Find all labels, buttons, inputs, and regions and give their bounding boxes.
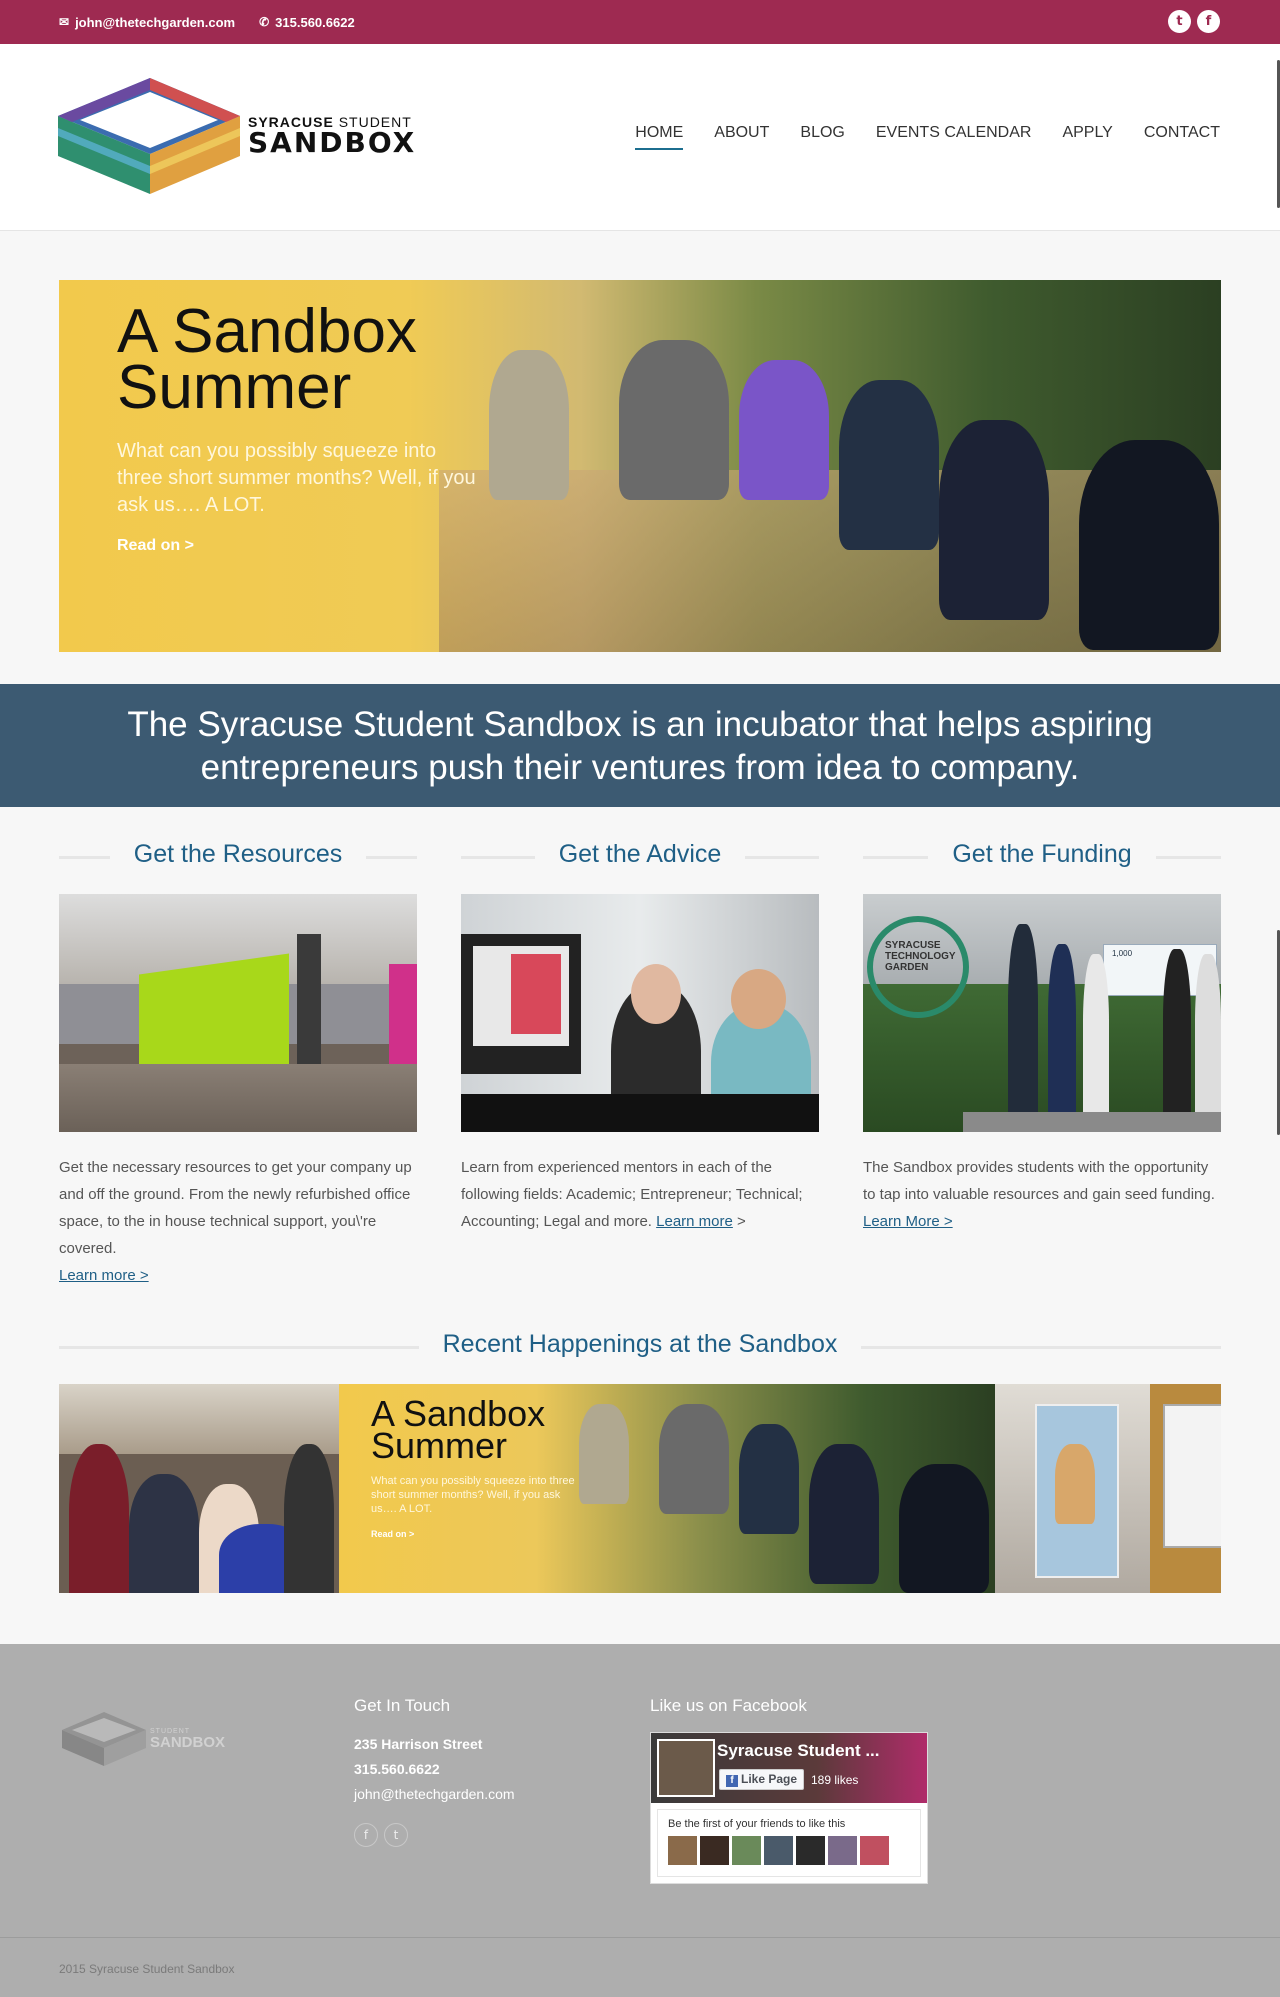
hero-person-2 xyxy=(619,340,729,500)
friend-avatar[interactable] xyxy=(860,1836,889,1865)
recent-slide-title: A Sandbox Summer xyxy=(371,1393,546,1466)
twitter-icon[interactable]: t xyxy=(1168,10,1191,33)
top-email[interactable]: ✉ john@thetechgarden.com xyxy=(59,15,235,30)
site-logo[interactable]: SYRACUSE STUDENT SANDBOX xyxy=(58,78,416,194)
facebook-friend-avatars xyxy=(668,1836,889,1865)
recent-happenings-carousel[interactable]: A Sandbox Summer What can you possibly s… xyxy=(59,1384,1221,1593)
advice-learn-more-link[interactable]: Learn more xyxy=(656,1213,733,1230)
footer-copyright: 2015 Syracuse Student Sandbox xyxy=(59,1962,235,1976)
friend-avatar[interactable] xyxy=(732,1836,761,1865)
hero-title: A Sandbox Summer xyxy=(117,297,417,422)
top-social: t f xyxy=(1168,10,1220,33)
friend-avatar[interactable] xyxy=(700,1836,729,1865)
resources-learn-more-link[interactable]: Learn more > xyxy=(59,1267,149,1284)
office-space-image xyxy=(59,894,417,1132)
footer-logo[interactable]: STUDENT SANDBOX xyxy=(62,1712,225,1766)
top-contact: ✉ john@thetechgarden.com ✆ 315.560.6622 xyxy=(59,0,355,44)
site-header: SYRACUSE STUDENT SANDBOX HOME ABOUT BLOG… xyxy=(0,44,1280,231)
hero-subtitle: What can you possibly squeeze into three… xyxy=(117,440,476,516)
column-funding-text: The Sandbox provides students with the o… xyxy=(863,1159,1215,1230)
hero-person-4 xyxy=(839,380,939,550)
envelope-icon: ✉ xyxy=(59,15,70,29)
footer-sandbox-logo-icon xyxy=(62,1712,146,1766)
column-funding: Get the Funding SYRACUSE TECHNOLOGY GARD… xyxy=(863,840,1221,1235)
site-footer: STUDENT SANDBOX Get In Touch 235 Harriso… xyxy=(0,1644,1280,1997)
footer-contact-title: Get In Touch xyxy=(354,1696,451,1715)
footer-facebook-icon[interactable]: f xyxy=(354,1823,378,1847)
column-funding-heading: Get the Funding xyxy=(863,840,1221,872)
hero-person-1 xyxy=(489,350,569,500)
facebook-like-icon: f xyxy=(726,1775,738,1787)
footer-contact: Get In Touch 235 Harrison Street 315.560… xyxy=(354,1696,515,1847)
footer-email-link[interactable]: john@thetechgarden.com xyxy=(354,1786,515,1802)
hero-read-on-link[interactable]: Read on > xyxy=(117,537,194,555)
column-resources-text: Get the necessary resources to get your … xyxy=(59,1159,412,1284)
footer-social: f t xyxy=(354,1823,515,1847)
recent-slide-subtitle: What can you possibly squeeze into three… xyxy=(371,1475,575,1515)
facebook-page-name[interactable]: Syracuse Student ... xyxy=(717,1741,880,1761)
top-phone[interactable]: ✆ 315.560.6622 xyxy=(259,15,355,30)
facebook-friends-text: Be the first of your friends to like thi… xyxy=(668,1818,846,1830)
top-bar: ✉ john@thetechgarden.com ✆ 315.560.6622 … xyxy=(0,0,1280,44)
friend-avatar[interactable] xyxy=(668,1836,697,1865)
nav-about[interactable]: ABOUT xyxy=(714,124,769,150)
recent-happenings-heading: Recent Happenings at the Sandbox xyxy=(59,1330,1221,1362)
mentors-image xyxy=(461,894,819,1132)
nav-blog[interactable]: BLOG xyxy=(800,124,844,150)
mission-band: The Syracuse Student Sandbox is an incub… xyxy=(0,684,1280,807)
facebook-page-avatar[interactable] xyxy=(657,1739,715,1797)
friend-avatar[interactable] xyxy=(764,1836,793,1865)
hero-person-5 xyxy=(939,420,1049,620)
recent-slide-link[interactable]: Read on > xyxy=(371,1529,414,1539)
footer-facebook: Like us on Facebook Syracuse Student ...… xyxy=(650,1696,928,1884)
hero-person-3 xyxy=(739,360,829,500)
nav-apply[interactable]: APPLY xyxy=(1062,124,1112,150)
sandbox-logo-icon xyxy=(58,78,240,194)
nav-events-calendar[interactable]: EVENTS CALENDAR xyxy=(876,124,1032,150)
footer-logo-big: SANDBOX xyxy=(150,1734,226,1751)
facebook-icon[interactable]: f xyxy=(1197,10,1220,33)
facebook-like-button[interactable]: f Like Page xyxy=(719,1769,805,1790)
facebook-friends-box: Be the first of your friends to like thi… xyxy=(657,1809,921,1877)
hero-person-6 xyxy=(1079,440,1219,650)
footer-divider xyxy=(0,1937,1280,1938)
recent-photo-cat-poster[interactable] xyxy=(995,1384,1221,1593)
funding-sign: SYRACUSE TECHNOLOGY GARDEN xyxy=(885,940,956,973)
funding-learn-more-link[interactable]: Learn More > xyxy=(863,1213,953,1230)
facebook-page-widget[interactable]: Syracuse Student ... f Like Page 189 like… xyxy=(650,1732,928,1884)
footer-address: 235 Harrison Street xyxy=(354,1736,483,1752)
hero-banner[interactable]: A Sandbox Summer What can you possibly s… xyxy=(59,280,1221,652)
footer-phone: 315.560.6622 xyxy=(354,1761,440,1777)
column-advice-heading: Get the Advice xyxy=(461,840,819,872)
funding-image: SYRACUSE TECHNOLOGY GARDEN 1,000 xyxy=(863,894,1221,1132)
column-resources: Get the Resources Get the necessary reso… xyxy=(59,840,417,1289)
nav-contact[interactable]: CONTACT xyxy=(1144,124,1220,150)
top-phone-text[interactable]: 315.560.6622 xyxy=(275,15,355,30)
friend-avatar[interactable] xyxy=(828,1836,857,1865)
recent-photo-students[interactable] xyxy=(59,1384,339,1593)
footer-facebook-title: Like us on Facebook xyxy=(650,1696,807,1715)
phone-icon: ✆ xyxy=(259,15,270,29)
friend-avatar[interactable] xyxy=(796,1836,825,1865)
nav-home[interactable]: HOME xyxy=(635,124,684,150)
column-advice: Get the Advice Learn from experienced me… xyxy=(461,840,819,1235)
top-email-text[interactable]: john@thetechgarden.com xyxy=(75,15,235,30)
facebook-like-count: 189 likes xyxy=(811,1773,859,1787)
column-advice-text: Learn from experienced mentors in each o… xyxy=(461,1159,803,1230)
footer-twitter-icon[interactable]: t xyxy=(384,1823,408,1847)
recent-slide-sandbox-summer[interactable]: A Sandbox Summer What can you possibly s… xyxy=(339,1384,995,1593)
mission-text: The Syracuse Student Sandbox is an incub… xyxy=(127,705,1153,787)
logo-line-2: SANDBOX xyxy=(248,126,417,159)
main-nav: HOME ABOUT BLOG EVENTS CALENDAR APPLY CO… xyxy=(635,124,1220,150)
column-resources-heading: Get the Resources xyxy=(59,840,417,872)
